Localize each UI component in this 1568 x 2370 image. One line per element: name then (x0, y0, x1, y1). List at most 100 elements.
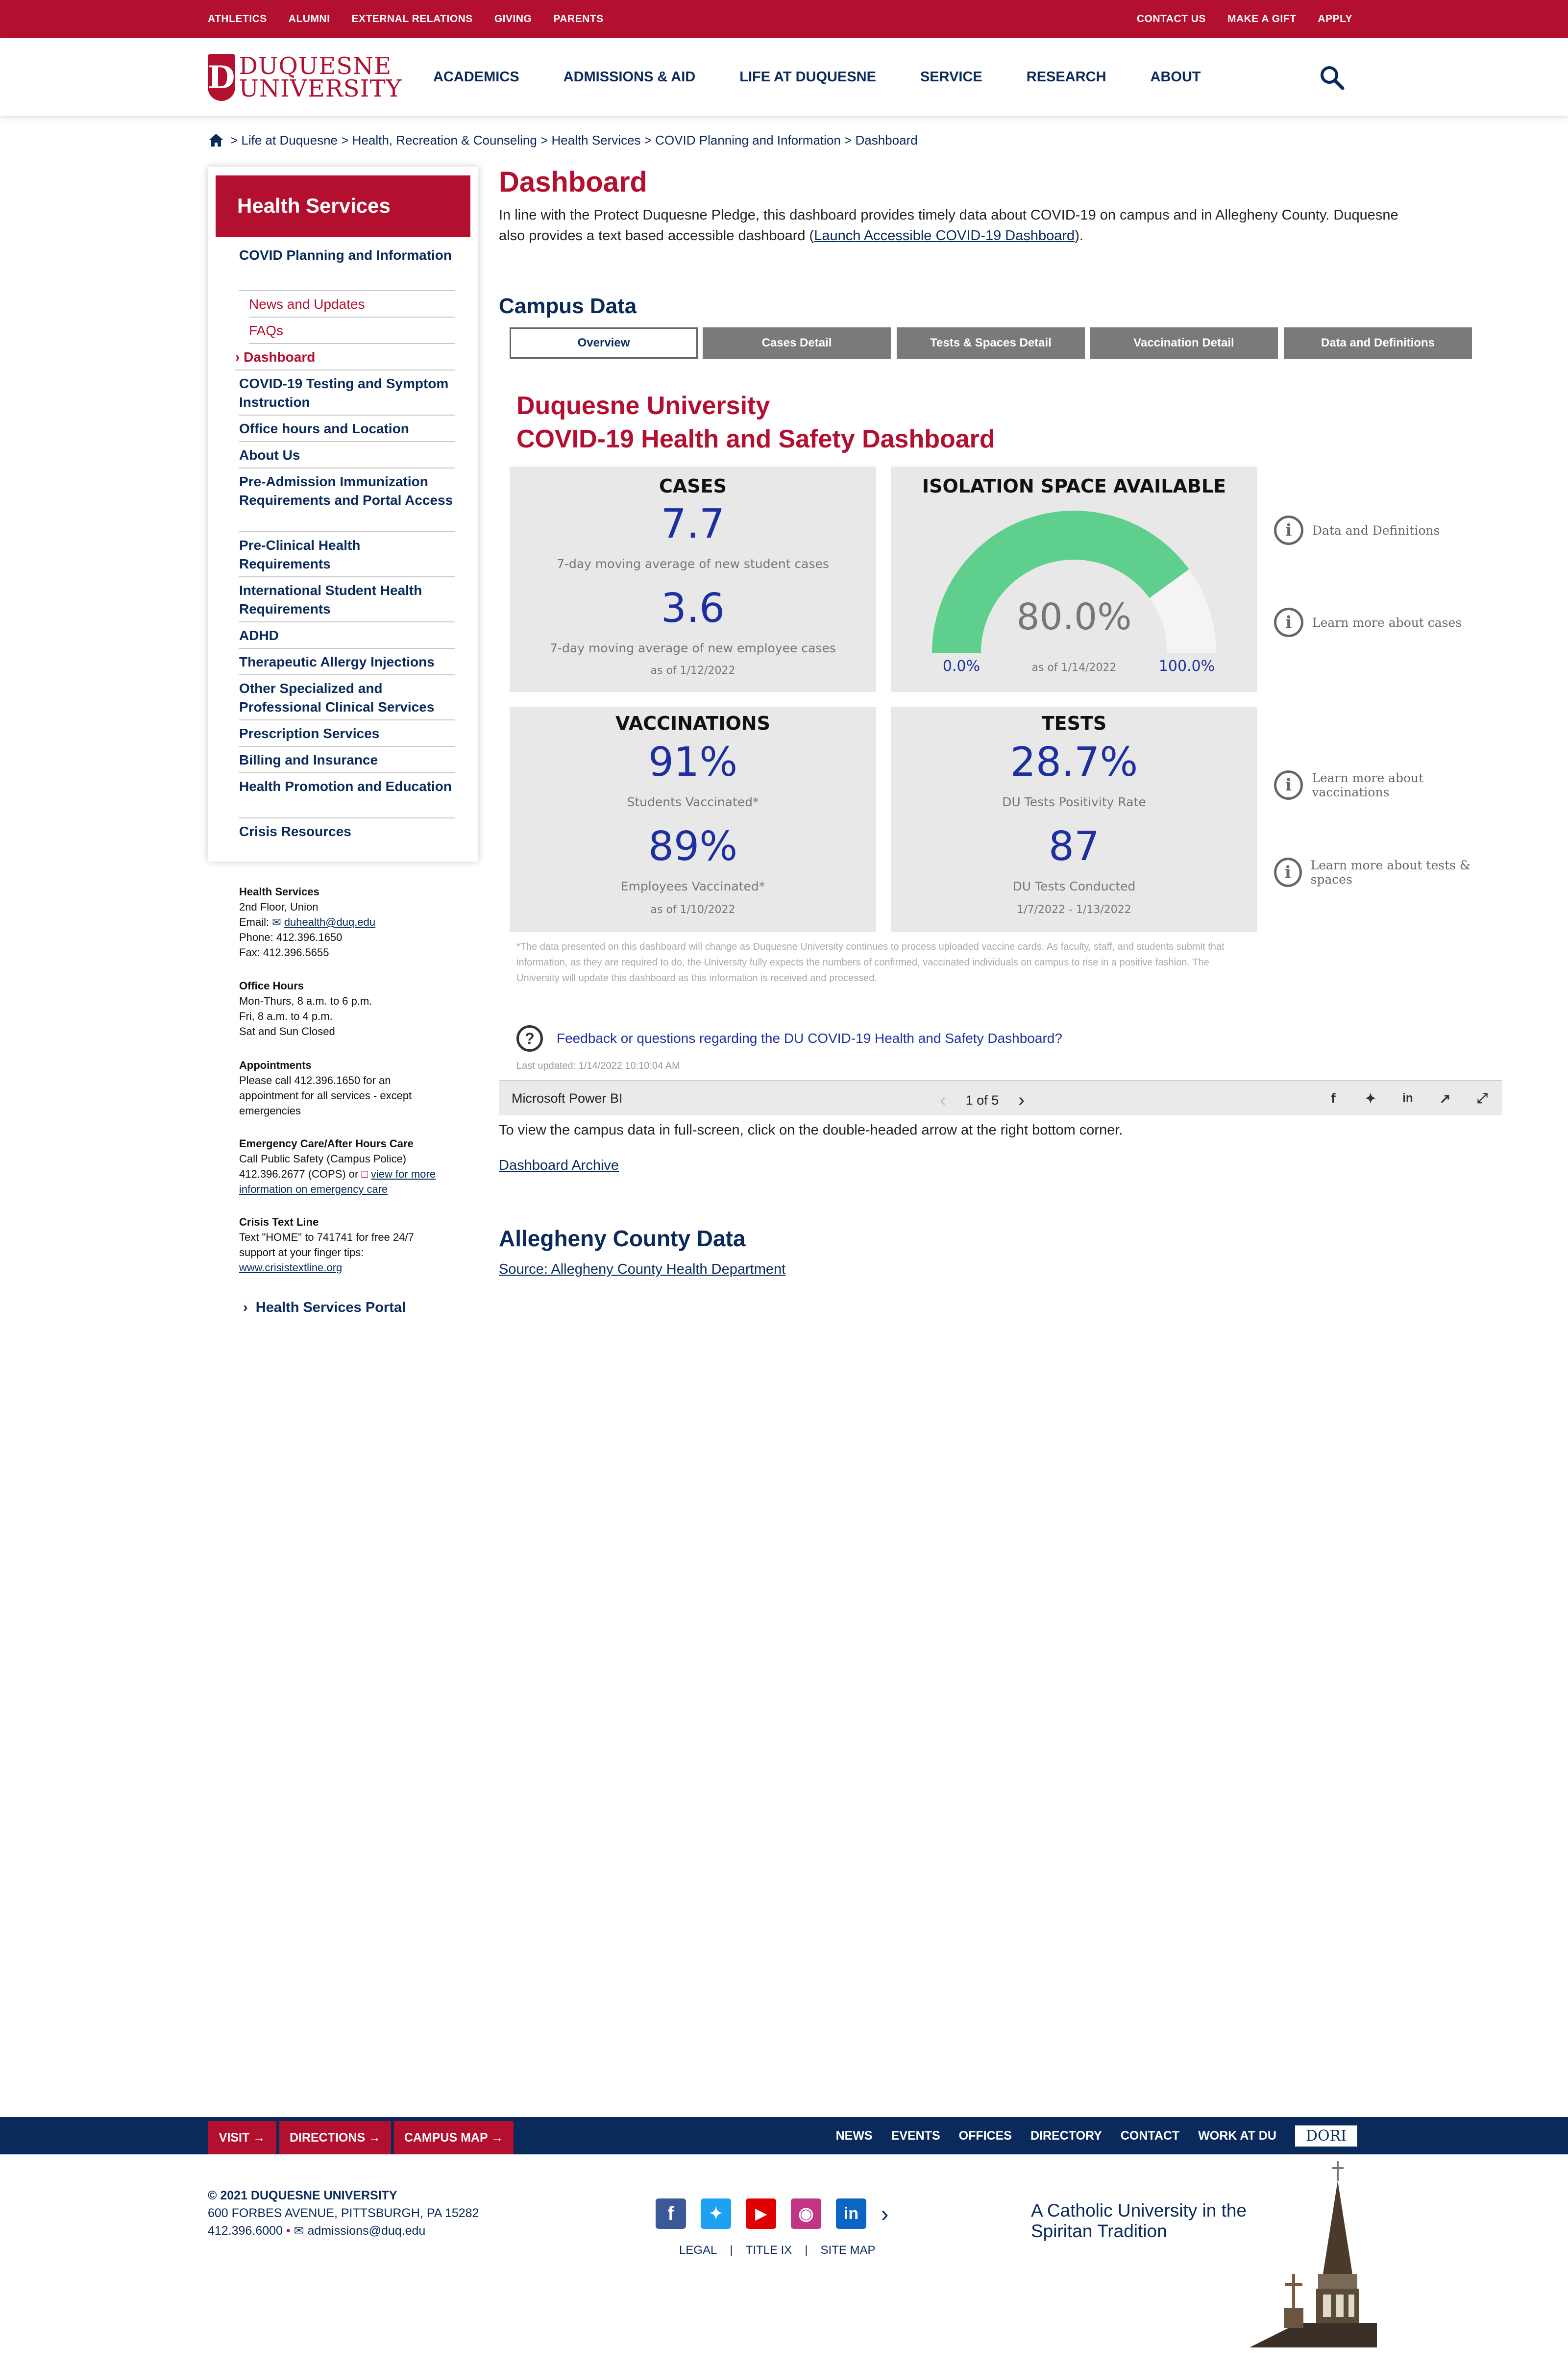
student-cases-value: 7.7 (661, 501, 725, 547)
utility-link-external-relations[interactable]: EXTERNAL RELATIONS (351, 13, 472, 25)
chevron-right-icon: › (243, 1300, 256, 1315)
facebook-icon[interactable]: f (656, 2198, 686, 2229)
mail-icon: ✉ (272, 916, 281, 928)
twitter-icon[interactable]: ✦ (701, 2198, 731, 2229)
title-ix-link[interactable]: TITLE IX (746, 2244, 792, 2257)
footer-link-work-at-du[interactable]: WORK AT DU (1198, 2129, 1276, 2143)
fullscreen-icon[interactable]: ⤢ (1473, 1089, 1492, 1108)
utility-link-contact-us[interactable]: CONTACT US (1137, 13, 1206, 25)
chevron-right-icon: › (235, 349, 244, 365)
site-map-link[interactable]: SITE MAP (821, 2244, 876, 2257)
sidebar-item-billing[interactable]: Billing and Insurance (239, 747, 455, 773)
chevron-right-icon[interactable]: › (881, 2200, 888, 2227)
tab-cases-detail[interactable]: Cases Detail (703, 327, 891, 359)
utility-link-apply[interactable]: APPLY (1318, 13, 1352, 25)
page-indicator: 1 of 5 (965, 1093, 999, 1108)
sidebar-item-office-hours[interactable]: Office hours and Location (239, 416, 455, 442)
info-link-vaccinations[interactable]: i Learn more about vaccinations (1274, 770, 1502, 800)
employees-vaccinated-value: 89% (648, 823, 738, 870)
info-link-data-definitions[interactable]: i Data and Definitions (1274, 516, 1440, 545)
directions-button[interactable]: DIRECTIONS → (279, 2121, 391, 2154)
nav-life-at-duquesne[interactable]: LIFE AT DUQUESNE (739, 69, 876, 85)
footer-bar: VISIT → DIRECTIONS → CAMPUS MAP → NEWS E… (0, 2117, 1568, 2154)
facebook-share-icon[interactable]: f (1324, 1089, 1343, 1108)
university-logo[interactable]: D DUQUESNE UNIVERSITY (208, 54, 401, 101)
info-link-tests-spaces[interactable]: i Learn more about tests & spaces (1274, 858, 1502, 887)
crisis-text-line: Crisis Text Line Text "HOME" to 741741 f… (239, 1216, 414, 1274)
campus-map-button[interactable]: CAMPUS MAP → (394, 2121, 514, 2154)
footer-link-news[interactable]: NEWS (836, 2129, 873, 2143)
accessible-dashboard-link[interactable]: Launch Accessible COVID-19 Dashboard (814, 228, 1075, 244)
search-icon[interactable] (1318, 64, 1346, 91)
utility-link-alumni[interactable]: ALUMNI (289, 13, 330, 25)
twitter-share-icon[interactable]: ✦ (1361, 1089, 1380, 1108)
nav-admissions-aid[interactable]: ADMISSIONS & AID (564, 69, 696, 85)
tab-data-definitions[interactable]: Data and Definitions (1284, 327, 1472, 359)
sidebar-item-pre-clinical[interactable]: Pre-Clinical Health Requirements (239, 532, 455, 577)
sidebar-item-crisis[interactable]: Crisis Resources (239, 818, 455, 845)
footer-link-contact[interactable]: CONTACT (1121, 2129, 1179, 2143)
linkedin-share-icon[interactable]: in (1398, 1089, 1417, 1108)
pdf-icon: □ (361, 1168, 368, 1180)
utility-link-parents[interactable]: PARENTS (553, 13, 603, 25)
isolation-value: 80.0% (1016, 596, 1132, 638)
home-icon[interactable] (208, 133, 224, 148)
footer-link-events[interactable]: EVENTS (891, 2129, 940, 2143)
sidebar-item-health-promotion[interactable]: Health Promotion and Education (239, 773, 455, 818)
utility-link-make-a-gift[interactable]: MAKE A GIFT (1227, 13, 1296, 25)
breadcrumb-trail[interactable]: > Life at Duquesne > Health, Recreation … (230, 133, 918, 148)
nav-academics[interactable]: ACADEMICS (433, 69, 519, 85)
footer-email[interactable]: admissions@duq.edu (308, 2224, 426, 2238)
sidebar-item-dashboard[interactable]: › Dashboard (235, 344, 455, 370)
youtube-icon[interactable]: ▶ (746, 2198, 776, 2229)
dori-button[interactable]: DORI (1295, 2125, 1357, 2147)
tab-tests-spaces-detail[interactable]: Tests & Spaces Detail (897, 327, 1085, 359)
nav-service[interactable]: SERVICE (920, 69, 982, 85)
visit-button[interactable]: VISIT → (208, 2121, 276, 2154)
tab-vaccination-detail[interactable]: Vaccination Detail (1090, 327, 1278, 359)
intro-paragraph: In line with the Protect Duquesne Pledge… (499, 207, 1398, 244)
powerbi-toolbar: Microsoft Power BI ‹ 1 of 5 › f ✦ in ↗ ⤢ (499, 1080, 1502, 1115)
info-icon: i (1274, 770, 1303, 800)
previous-page-icon[interactable]: ‹ (940, 1090, 946, 1111)
instagram-icon[interactable]: ◉ (791, 2198, 821, 2229)
nav-about[interactable]: ABOUT (1151, 69, 1201, 85)
sidebar-item-news-updates[interactable]: News and Updates (249, 291, 455, 318)
contact-email-link[interactable]: duhealth@duq.edu (284, 916, 375, 928)
share-icon[interactable]: ↗ (1436, 1089, 1454, 1108)
powerbi-dashboard: Overview Cases Detail Tests & Spaces Det… (499, 320, 1502, 1080)
logo-shield-icon: D (208, 54, 235, 101)
powerbi-brand[interactable]: Microsoft Power BI (512, 1091, 623, 1106)
tab-overview[interactable]: Overview (510, 327, 698, 359)
vaccine-disclaimer: *The data presented on this dashboard wi… (516, 941, 1225, 984)
next-page-icon[interactable]: › (1018, 1090, 1025, 1111)
nav-research[interactable]: RESEARCH (1027, 69, 1106, 85)
feedback-link[interactable]: ? Feedback or questions regarding the DU… (516, 1025, 1062, 1052)
info-link-cases[interactable]: i Learn more about cases (1274, 608, 1462, 637)
allegheny-source-link[interactable]: Source: Allegheny County Health Departme… (499, 1261, 785, 1278)
linkedin-icon[interactable]: in (836, 2198, 866, 2229)
sidebar-item-about-us[interactable]: About Us (239, 442, 455, 469)
sidebar-item-covid-planning[interactable]: COVID Planning and Information (239, 246, 455, 291)
utility-link-athletics[interactable]: ATHLETICS (208, 13, 267, 25)
sidebar-item-international[interactable]: International Student Health Requirement… (239, 577, 455, 622)
footer-link-directory[interactable]: DIRECTORY (1030, 2129, 1102, 2143)
sidebar-item-specialized[interactable]: Other Specialized and Professional Clini… (239, 675, 455, 720)
sidebar-item-pre-admission[interactable]: Pre-Admission Immunization Requirements … (239, 469, 455, 532)
health-services-portal-link[interactable]: › Health Services Portal (243, 1300, 406, 1316)
footer-tagline: A Catholic University in the Spiritan Tr… (1031, 2200, 1247, 2241)
dashboard-archive-link[interactable]: Dashboard Archive (499, 1158, 619, 1174)
utility-link-giving[interactable]: GIVING (494, 13, 532, 25)
contact-heading: Health Services (239, 886, 319, 898)
crisis-text-link[interactable]: www.crisistextline.org (239, 1261, 342, 1274)
sidebar-item-faqs[interactable]: FAQs (249, 318, 455, 344)
chapel-steeple-image (1250, 2161, 1377, 2347)
sidebar-item-allergy[interactable]: Therapeutic Allergy Injections (239, 649, 455, 675)
legal-link[interactable]: LEGAL (679, 2244, 717, 2257)
sidebar-item-adhd[interactable]: ADHD (239, 622, 455, 649)
footer-link-offices[interactable]: OFFICES (959, 2129, 1012, 2143)
sidebar-item-testing[interactable]: COVID-19 Testing and Symptom Instruction (239, 370, 455, 416)
campus-data-heading: Campus Data (499, 294, 637, 318)
sidebar-item-prescription[interactable]: Prescription Services (239, 720, 455, 747)
footer-phone[interactable]: 412.396.6000 (208, 2224, 283, 2238)
